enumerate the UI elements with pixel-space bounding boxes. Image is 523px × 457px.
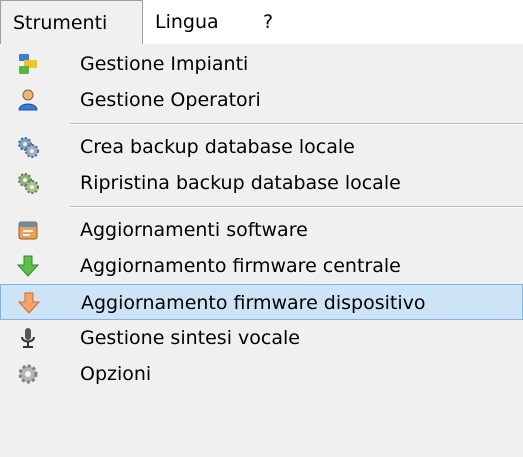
menu-help[interactable]: ? <box>251 0 291 44</box>
gear-icon <box>16 362 40 386</box>
orange-down-arrow-icon <box>17 291 41 315</box>
menu-item-label: Crea backup database locale <box>80 136 355 158</box>
menu-item-firmware-centrale[interactable]: Aggiornamento firmware centrale <box>0 248 523 284</box>
backup-gears-icon <box>16 135 40 159</box>
menu-strumenti[interactable]: Strumenti <box>0 0 143 45</box>
menu-item-label: Gestione Impianti <box>80 53 249 75</box>
menu-item-firmware-dispositivo[interactable]: Aggiornamento firmware dispositivo <box>0 284 523 320</box>
separator <box>70 206 523 208</box>
menu-item-label: Aggiornamenti software <box>80 219 308 241</box>
microphone-icon <box>16 326 40 350</box>
menu-bar: Strumenti Lingua ? <box>0 0 523 45</box>
software-update-icon <box>16 218 40 242</box>
green-down-arrow-icon <box>16 254 40 278</box>
menu-item-ripristina-backup[interactable]: Ripristina backup database locale <box>0 165 523 201</box>
menu-item-label: Ripristina backup database locale <box>80 172 401 194</box>
menu-item-gestione-impianti[interactable]: Gestione Impianti <box>0 46 523 82</box>
menu-item-label: Gestione Operatori <box>80 89 261 111</box>
menu-item-label: Aggiornamento firmware dispositivo <box>81 292 426 314</box>
menu-item-label: Aggiornamento firmware centrale <box>80 255 401 277</box>
menu-item-crea-backup[interactable]: Crea backup database locale <box>0 129 523 165</box>
plants-icon <box>16 52 40 76</box>
operator-icon <box>16 88 40 112</box>
menu-item-opzioni[interactable]: Opzioni <box>0 356 523 392</box>
menu-item-label: Opzioni <box>80 363 152 385</box>
menu-item-label: Gestione sintesi vocale <box>80 327 300 349</box>
menu-item-gestione-operatori[interactable]: Gestione Operatori <box>0 82 523 118</box>
menu-item-sintesi-vocale[interactable]: Gestione sintesi vocale <box>0 320 523 356</box>
restore-gears-icon <box>16 171 40 195</box>
menu-lingua[interactable]: Lingua <box>143 0 251 44</box>
menu-item-aggiornamenti-software[interactable]: Aggiornamenti software <box>0 212 523 248</box>
strumenti-dropdown: Gestione Impianti Gestione Operatori Cre… <box>0 44 523 457</box>
separator <box>70 123 523 125</box>
